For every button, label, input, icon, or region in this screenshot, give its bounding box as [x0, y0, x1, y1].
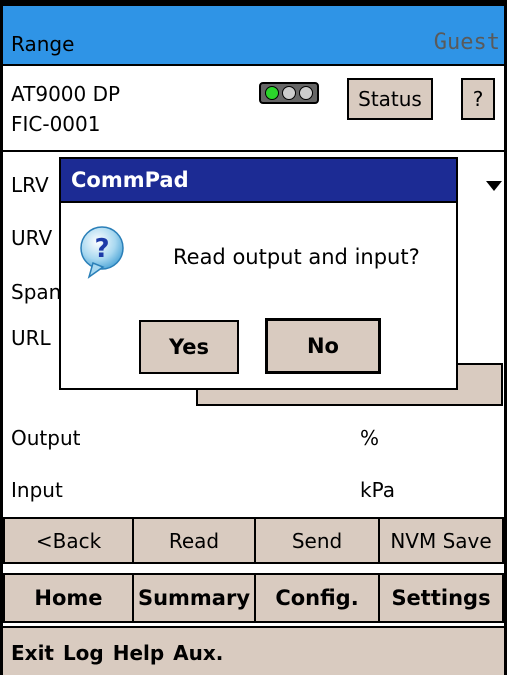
- status-button[interactable]: Status: [347, 78, 433, 120]
- question-icon: ?: [80, 226, 124, 279]
- action-bar: <Back Read Send NVM Save: [3, 517, 504, 564]
- no-button[interactable]: No: [265, 318, 381, 374]
- device-header: AT9000 DP FIC-0001 Status ?: [3, 68, 504, 152]
- light-off-icon: [281, 86, 296, 100]
- confirm-dialog: CommPad ? Read output and input? Yes No: [59, 157, 458, 390]
- back-button[interactable]: <Back: [3, 517, 134, 564]
- page-title: Range: [11, 32, 75, 56]
- lrv-label: LRV: [11, 173, 49, 197]
- input-label: Input: [11, 478, 63, 502]
- nav-config[interactable]: Config.: [256, 573, 380, 623]
- traffic-light-icon: [259, 82, 319, 104]
- chevron-down-icon[interactable]: [486, 181, 502, 191]
- span-label: Span: [11, 280, 62, 304]
- svg-text:?: ?: [94, 234, 109, 264]
- divider: [3, 564, 504, 573]
- send-button[interactable]: Send: [256, 517, 380, 564]
- output-unit: %: [360, 426, 380, 450]
- dialog-message: Read output and input?: [173, 245, 420, 269]
- device-tag: FIC-0001: [11, 112, 101, 136]
- yes-button[interactable]: Yes: [139, 320, 239, 374]
- urv-label: URV: [11, 226, 53, 250]
- user-label: Guest: [433, 30, 500, 55]
- output-label: Output: [11, 426, 81, 450]
- nav-home[interactable]: Home: [3, 573, 134, 623]
- help-button[interactable]: ?: [461, 78, 495, 120]
- read-button[interactable]: Read: [134, 517, 256, 564]
- input-unit: kPa: [360, 478, 395, 502]
- green-light-icon: [264, 86, 279, 100]
- footer-menu-items[interactable]: Exit Log Help Aux.: [11, 641, 223, 665]
- url-label: URL: [11, 326, 51, 350]
- nav-summary[interactable]: Summary: [134, 573, 256, 623]
- nvm-save-button[interactable]: NVM Save: [380, 517, 504, 564]
- device-model: AT9000 DP: [11, 82, 121, 106]
- nav-settings[interactable]: Settings: [380, 573, 504, 623]
- light-off-icon: [299, 86, 314, 100]
- footer-menu: Exit Log Help Aux.: [3, 626, 504, 675]
- title-bar: Range Guest: [3, 6, 504, 66]
- dialog-title: CommPad: [61, 159, 456, 203]
- nav-bar: Home Summary Config. Settings: [3, 573, 504, 623]
